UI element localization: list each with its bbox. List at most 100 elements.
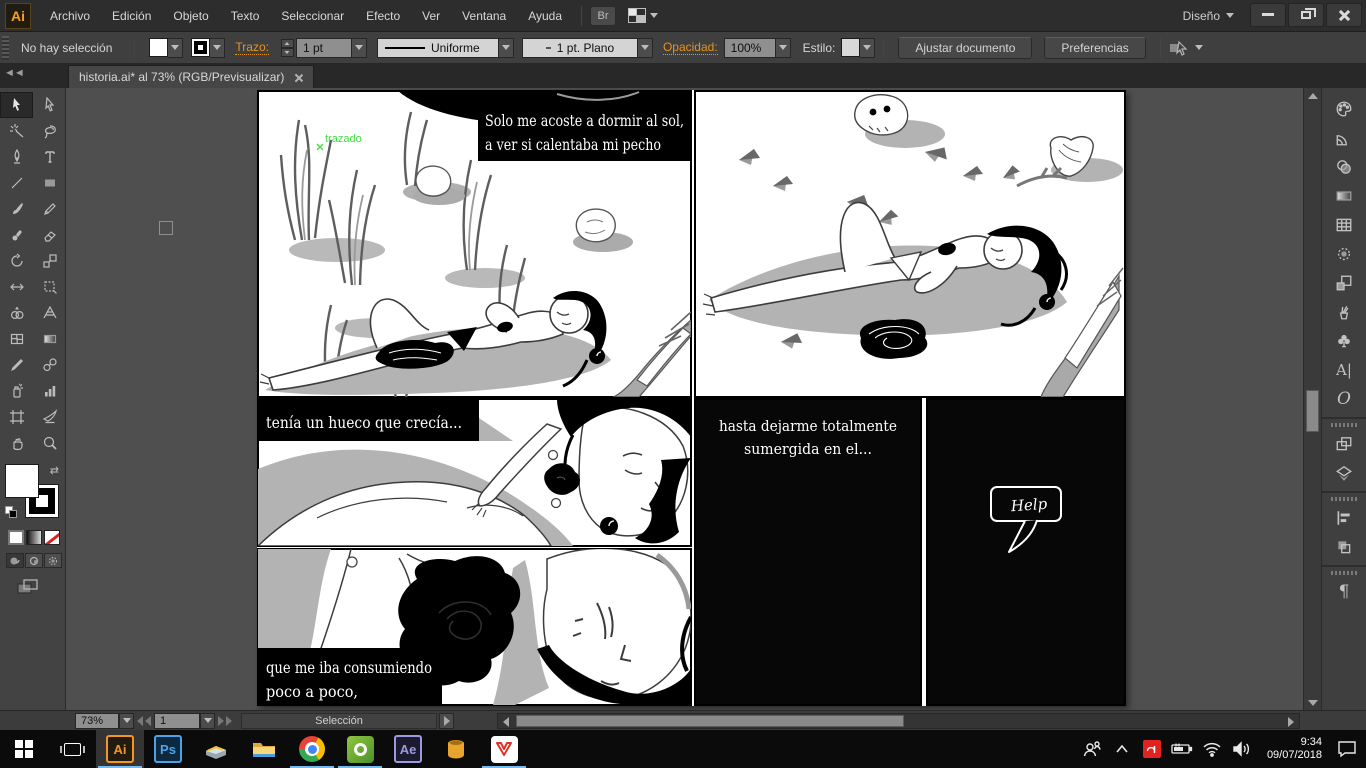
- status-menu-button[interactable]: [439, 712, 454, 729]
- last-artboard-button[interactable]: [226, 715, 232, 726]
- taskbar-photoshop[interactable]: Ps: [144, 730, 192, 768]
- draw-normal-mode[interactable]: [6, 553, 24, 568]
- artboards-panel-icon[interactable]: [1326, 429, 1362, 458]
- horizontal-scrollbar[interactable]: [497, 713, 1300, 729]
- color-panel-icon[interactable]: [1326, 94, 1362, 123]
- workspace-switcher[interactable]: Diseño: [1169, 9, 1248, 23]
- panel-group-grip[interactable]: [1331, 497, 1357, 501]
- menu-archivo[interactable]: Archivo: [39, 0, 101, 32]
- color-guide-panel-icon[interactable]: [1326, 123, 1362, 152]
- document-tab[interactable]: historia.ai* al 73% (RGB/Previsualizar): [68, 65, 315, 88]
- tool-hand[interactable]: [0, 430, 33, 456]
- menu-texto[interactable]: Texto: [220, 0, 271, 32]
- menu-seleccionar[interactable]: Seleccionar: [270, 0, 355, 32]
- next-artboard-button[interactable]: [218, 715, 224, 726]
- action-center-icon[interactable]: [1334, 734, 1360, 764]
- default-fill-stroke-icon[interactable]: [5, 506, 17, 518]
- tool-gradient[interactable]: [33, 326, 66, 352]
- artboard[interactable]: Solo me acoste a dormir al sol, a ver si…: [257, 90, 1126, 706]
- brush-dropdown[interactable]: [637, 37, 653, 58]
- scroll-left-button[interactable]: [499, 715, 513, 728]
- battery-icon[interactable]: [1169, 734, 1195, 764]
- show-hidden-icons-chevron[interactable]: [1109, 734, 1135, 764]
- tool-blend[interactable]: [33, 352, 66, 378]
- draw-behind-mode[interactable]: [25, 553, 43, 568]
- stray-object[interactable]: [159, 221, 173, 235]
- tool-column-graph[interactable]: [33, 378, 66, 404]
- artboard-number-field[interactable]: 1: [154, 712, 200, 729]
- style-swatch[interactable]: [841, 38, 861, 57]
- zoom-level-field[interactable]: 73%: [75, 712, 119, 729]
- vertical-scrollbar[interactable]: [1303, 88, 1321, 710]
- tool-shape-builder[interactable]: [0, 300, 33, 326]
- tool-artboard[interactable]: [0, 404, 33, 430]
- stroke-width-field[interactable]: 1 pt: [295, 37, 352, 58]
- horizontal-scroll-thumb[interactable]: [516, 715, 904, 727]
- tool-mesh[interactable]: [0, 326, 33, 352]
- opentype-panel-icon[interactable]: O: [1326, 384, 1362, 413]
- stroke-color-dropdown[interactable]: [210, 37, 226, 58]
- isolate-selection-icon[interactable]: [1169, 40, 1189, 56]
- volume-icon[interactable]: [1229, 734, 1255, 764]
- menu-objeto[interactable]: Objeto: [162, 0, 219, 32]
- vertical-scroll-thumb[interactable]: [1306, 390, 1319, 432]
- character-panel-icon[interactable]: A|: [1326, 355, 1362, 384]
- none-button[interactable]: [44, 530, 60, 545]
- gradient-button[interactable]: [26, 530, 42, 545]
- align-panel-icon[interactable]: [1326, 503, 1362, 532]
- gradient-panel-icon[interactable]: [1326, 181, 1362, 210]
- tool-paintbrush[interactable]: [0, 196, 33, 222]
- previous-artboard-button[interactable]: [145, 715, 151, 726]
- fill-stroke-indicator[interactable]: ⇄: [5, 464, 61, 520]
- color-button[interactable]: [8, 530, 24, 545]
- chevron-down-icon[interactable]: [1194, 45, 1203, 50]
- stroke-link[interactable]: Trazo:: [235, 40, 269, 55]
- wifi-icon[interactable]: [1199, 734, 1225, 764]
- stroke-width-dropdown[interactable]: [351, 37, 367, 58]
- preferences-button[interactable]: Preferencias: [1044, 36, 1146, 59]
- swatches-panel-icon[interactable]: [1326, 210, 1362, 239]
- appearance-panel-icon[interactable]: [1326, 239, 1362, 268]
- opacity-dropdown[interactable]: [775, 37, 791, 58]
- menu-ver[interactable]: Ver: [411, 0, 451, 32]
- artboard-dropdown[interactable]: [200, 712, 215, 729]
- menu-ayuda[interactable]: Ayuda: [517, 0, 573, 32]
- scroll-down-button[interactable]: [1304, 695, 1322, 710]
- tool-eyedropper[interactable]: [0, 352, 33, 378]
- tool-rotate[interactable]: [0, 248, 33, 274]
- taskbar-red-shield-app[interactable]: [480, 730, 528, 768]
- fill-color-dropdown[interactable]: [168, 37, 184, 58]
- tool-pen[interactable]: [0, 144, 33, 170]
- brush-select[interactable]: 1 pt. Plano: [521, 37, 638, 58]
- scroll-right-button[interactable]: [1284, 715, 1298, 728]
- panel-group-grip[interactable]: [1331, 571, 1357, 575]
- menu-efecto[interactable]: Efecto: [355, 0, 411, 32]
- zoom-level-dropdown[interactable]: [119, 712, 134, 729]
- stroke-color-swatch[interactable]: [191, 38, 211, 57]
- tool-eraser[interactable]: [33, 222, 66, 248]
- taskbar-illustrator[interactable]: Ai: [96, 730, 144, 768]
- layers-panel-icon[interactable]: [1326, 458, 1362, 487]
- taskbar-file-explorer[interactable]: [240, 730, 288, 768]
- taskbar-camtasia[interactable]: [336, 730, 384, 768]
- minimize-button[interactable]: [1250, 2, 1286, 27]
- opacity-field[interactable]: 100%: [723, 37, 776, 58]
- style-dropdown[interactable]: [860, 37, 876, 58]
- symbols-panel-icon[interactable]: [1326, 326, 1362, 355]
- first-artboard-button[interactable]: [137, 715, 143, 726]
- pathfinder-panel-icon[interactable]: [1326, 532, 1362, 561]
- collapse-panels-icon[interactable]: ◄◄: [4, 67, 25, 79]
- width-profile-select[interactable]: Uniforme: [376, 37, 499, 58]
- status-display[interactable]: Selección: [241, 712, 437, 729]
- tab-close-icon[interactable]: [294, 73, 303, 82]
- tool-symbol-sprayer[interactable]: [0, 378, 33, 404]
- graphic-styles-panel-icon[interactable]: [1326, 268, 1362, 297]
- tool-free-transform[interactable]: [33, 274, 66, 300]
- tool-zoom[interactable]: [33, 430, 66, 456]
- tool-width[interactable]: [0, 274, 33, 300]
- avira-tray-icon[interactable]: [1139, 734, 1165, 764]
- tool-lasso[interactable]: [33, 118, 66, 144]
- menu-ventana[interactable]: Ventana: [451, 0, 517, 32]
- scroll-up-button[interactable]: [1304, 88, 1322, 103]
- tool-type[interactable]: [33, 144, 66, 170]
